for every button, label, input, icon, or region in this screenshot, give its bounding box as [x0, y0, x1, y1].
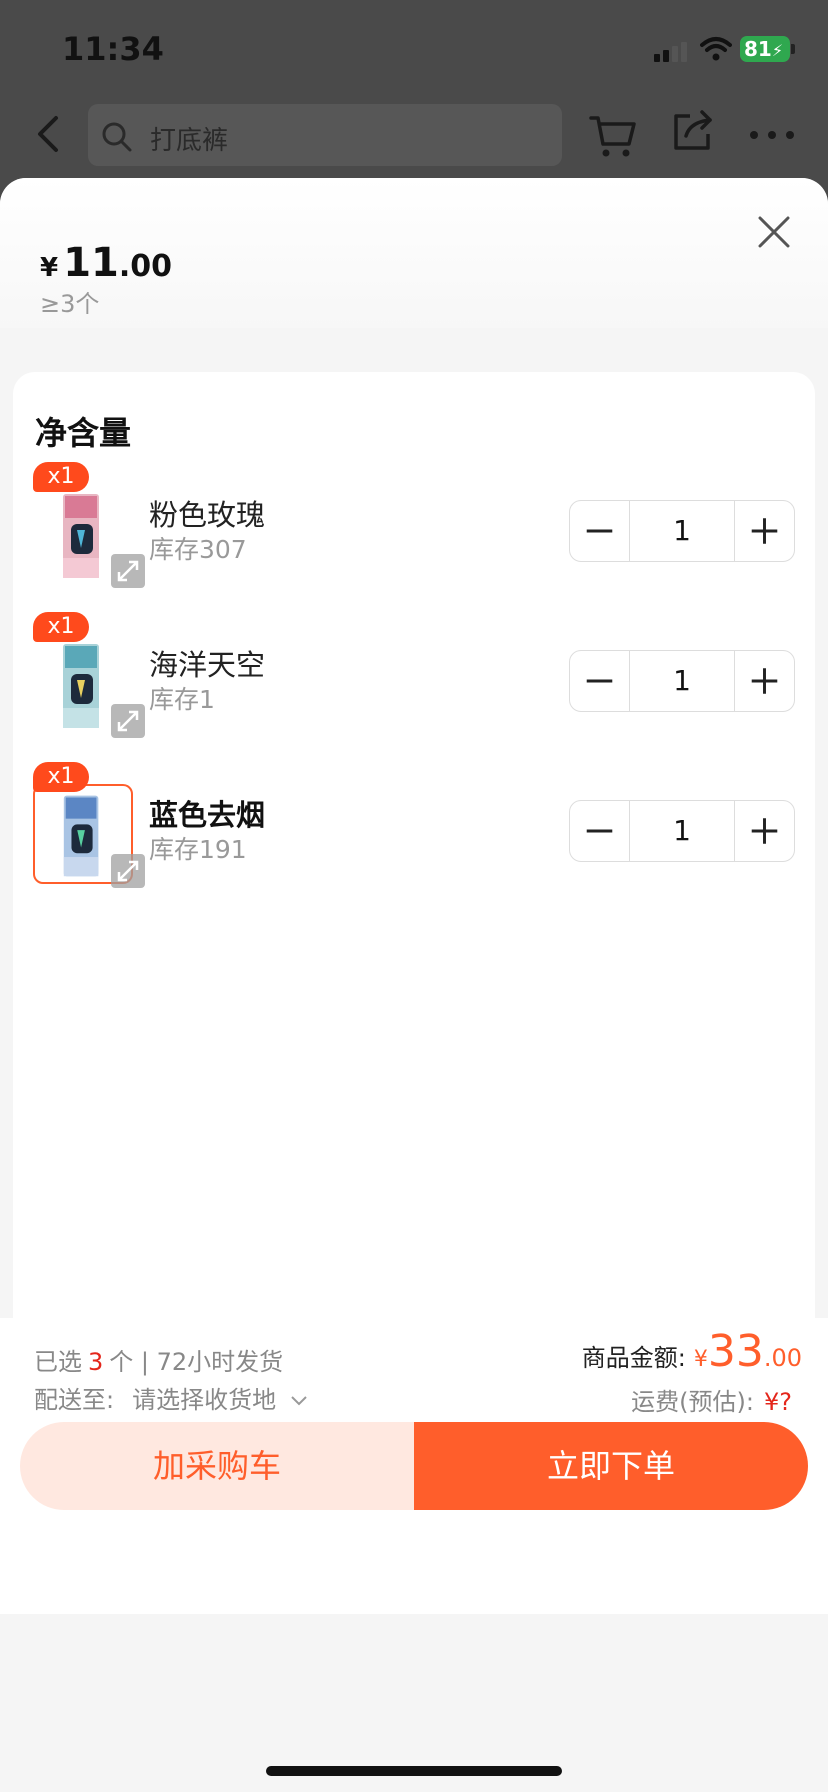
quantity-stepper: 1 [569, 500, 795, 562]
selected-suffix: 个 | 72小时发货 [109, 1348, 284, 1376]
minus-icon[interactable] [570, 651, 630, 711]
list-item: x1 海洋天空 库存1 1 [13, 612, 815, 754]
quantity-value[interactable]: 1 [631, 501, 733, 561]
quantity-value[interactable]: 1 [631, 801, 733, 861]
minus-icon[interactable] [570, 801, 630, 861]
more-icon[interactable] [746, 120, 798, 150]
battery-indicator: 81⚡ [740, 36, 790, 62]
expand-icon[interactable] [111, 554, 145, 588]
expand-icon[interactable] [111, 704, 145, 738]
quantity-stepper: 1 [569, 800, 795, 862]
chevron-down-icon [291, 1396, 307, 1406]
amount-integer: 33 [707, 1326, 764, 1377]
selected-qty-badge: x1 [33, 462, 89, 492]
sheet-header: ¥ 11.00 ≥3个 [0, 178, 828, 328]
product-thumbnail[interactable] [33, 484, 145, 588]
nav-bar: 打底裤 [0, 100, 828, 180]
min-order-quantity: ≥3个 [40, 290, 100, 318]
search-placeholder: 打底裤 [150, 126, 229, 156]
selected-qty-badge: x1 [33, 762, 89, 792]
search-input[interactable]: 打底裤 [88, 104, 562, 166]
freight-value: ¥? [763, 1388, 792, 1416]
item-stock: 库存191 [149, 835, 247, 864]
charging-bolt-icon: ⚡ [771, 41, 784, 60]
price-integer: 11 [63, 240, 119, 286]
order-now-button[interactable]: 立即下单 [414, 1422, 808, 1510]
ship-label: 配送至: [34, 1386, 115, 1414]
product-thumbnail[interactable] [33, 784, 145, 888]
minus-icon[interactable] [570, 501, 630, 561]
item-name: 海洋天空 [149, 648, 266, 682]
home-indicator[interactable] [266, 1766, 562, 1776]
search-icon [102, 122, 132, 152]
status-bar: 11:34 81⚡ [0, 0, 828, 100]
cart-icon[interactable] [588, 110, 638, 160]
share-icon[interactable] [670, 108, 716, 154]
goods-amount: 商品金额: ¥33.00 [582, 1326, 802, 1377]
status-time: 11:34 [62, 30, 164, 68]
item-stock: 库存307 [149, 535, 247, 564]
freight-estimate: 运费(预估): ¥? [631, 1382, 792, 1417]
battery-level: 81 [744, 37, 772, 61]
item-name: 蓝色去烟 [149, 798, 266, 832]
plus-icon[interactable] [734, 801, 794, 861]
amount-currency: ¥ [693, 1347, 708, 1372]
quantity-value[interactable]: 1 [631, 651, 733, 711]
price-decimal: .00 [118, 249, 173, 284]
selected-qty-badge: x1 [33, 612, 89, 642]
product-thumbnail[interactable] [33, 634, 145, 738]
add-to-cart-button[interactable]: 加采购车 [20, 1422, 414, 1510]
plus-icon[interactable] [734, 651, 794, 711]
selected-prefix: 已选 [34, 1348, 82, 1376]
close-icon[interactable] [754, 212, 794, 252]
list-item: x1 粉色玫瑰 库存307 1 [13, 462, 815, 604]
back-icon[interactable] [28, 112, 72, 156]
battery-tip [791, 44, 795, 54]
item-stock: 库存1 [149, 685, 215, 714]
selected-summary: 已选 3 个 | 72小时发货 [34, 1342, 283, 1377]
screen: 11:34 81⚡ 打底裤 ¥ 11.00 ≥3个 净含量 x1 粉色玫瑰 库存… [0, 0, 828, 1792]
wifi-icon [700, 37, 732, 61]
unit-price: ¥ 11.00 [40, 240, 172, 286]
plus-icon[interactable] [734, 501, 794, 561]
price-currency: ¥ [40, 253, 59, 283]
order-footer: 已选 3 个 | 72小时发货 配送至: 请选择收货地 商品金额: ¥33.00 运费(… [0, 1318, 828, 1614]
ship-address: 请选择收货地 [132, 1386, 277, 1414]
ship-to-selector[interactable]: 配送至: 请选择收货地 [34, 1380, 308, 1415]
expand-icon[interactable] [111, 854, 145, 888]
item-name: 粉色玫瑰 [149, 498, 266, 532]
selected-count: 3 [88, 1348, 104, 1376]
quantity-stepper: 1 [569, 650, 795, 712]
spec-title: 净含量 [35, 414, 132, 452]
amount-decimal: .00 [763, 1344, 802, 1372]
cellular-signal-icon [654, 40, 688, 62]
freight-label: 运费(预估): [631, 1388, 754, 1416]
amount-label: 商品金额: [581, 1344, 686, 1372]
list-item: x1 蓝色去烟 库存191 1 [13, 762, 815, 904]
